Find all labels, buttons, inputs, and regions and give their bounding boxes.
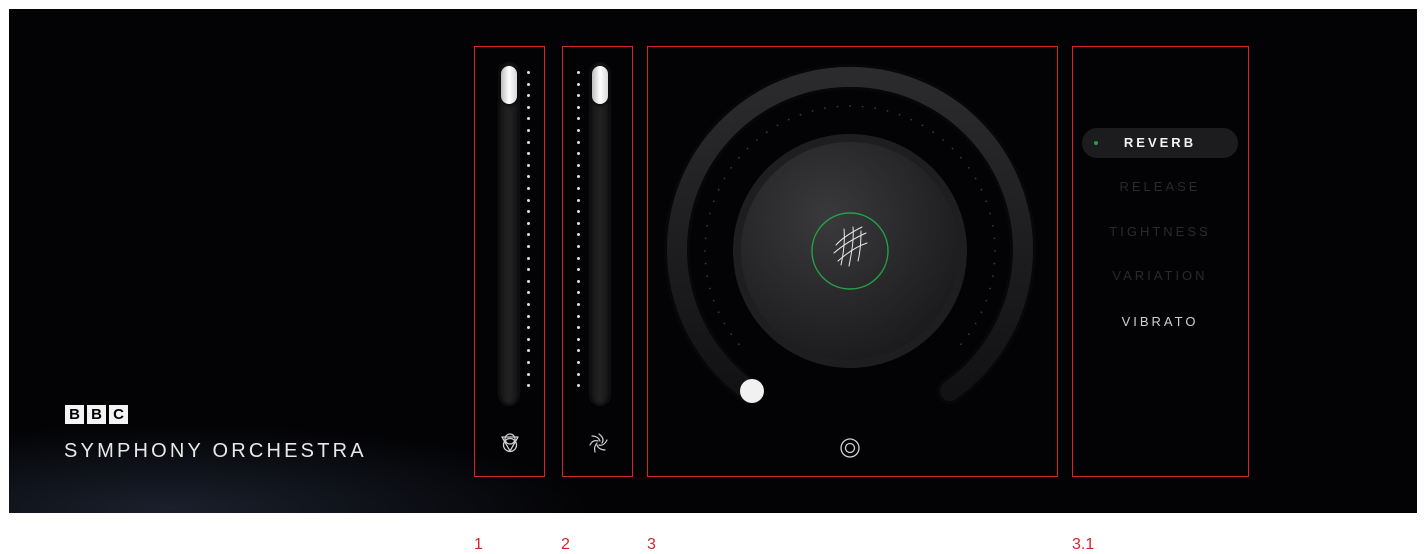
plugin-panel: B B C SYMPHONY ORCHESTRA REVERB RELEASE … [9, 9, 1417, 513]
slider-2-section [562, 46, 633, 477]
annotation-label-2: 2 [561, 536, 570, 553]
mode-tightness[interactable]: TIGHTNESS [1082, 217, 1238, 247]
slider-1-track[interactable] [499, 63, 519, 405]
mode-label: VIBRATO [1121, 314, 1199, 329]
slider-1-thumb[interactable] [501, 66, 517, 104]
triangle-circles-icon[interactable] [498, 431, 522, 455]
active-indicator [1094, 141, 1098, 145]
shutter-icon[interactable] [587, 431, 611, 455]
dial-section [647, 46, 1058, 477]
bbc-logo-letter: C [109, 405, 128, 424]
slider-2-thumb[interactable] [592, 66, 608, 104]
mode-reverb[interactable]: REVERB [1082, 128, 1238, 158]
mode-label: RELEASE [1119, 179, 1201, 194]
dial-handle [740, 379, 764, 403]
product-title: SYMPHONY ORCHESTRA [64, 440, 367, 462]
annotation-label-3: 3 [647, 536, 656, 553]
mode-variation[interactable]: VARIATION [1082, 261, 1238, 291]
bbc-logo-letter: B [65, 405, 84, 424]
mode-label: VARIATION [1112, 268, 1208, 283]
mode-label: REVERB [1123, 135, 1197, 150]
annotation-label-1: 1 [474, 536, 483, 553]
slider-2-track[interactable] [590, 63, 610, 405]
bbc-logo: B B C [65, 405, 128, 424]
mode-label: TIGHTNESS [1109, 224, 1211, 239]
dial-control[interactable] [648, 47, 1056, 475]
annotation-label-3-1: 3.1 [1072, 536, 1095, 553]
bbc-logo-letter: B [87, 405, 106, 424]
mode-release[interactable]: RELEASE [1082, 172, 1238, 202]
mode-vibrato[interactable]: VIBRATO [1082, 307, 1238, 337]
concentric-circle-icon [840, 438, 860, 458]
slider-1-section [474, 46, 545, 477]
